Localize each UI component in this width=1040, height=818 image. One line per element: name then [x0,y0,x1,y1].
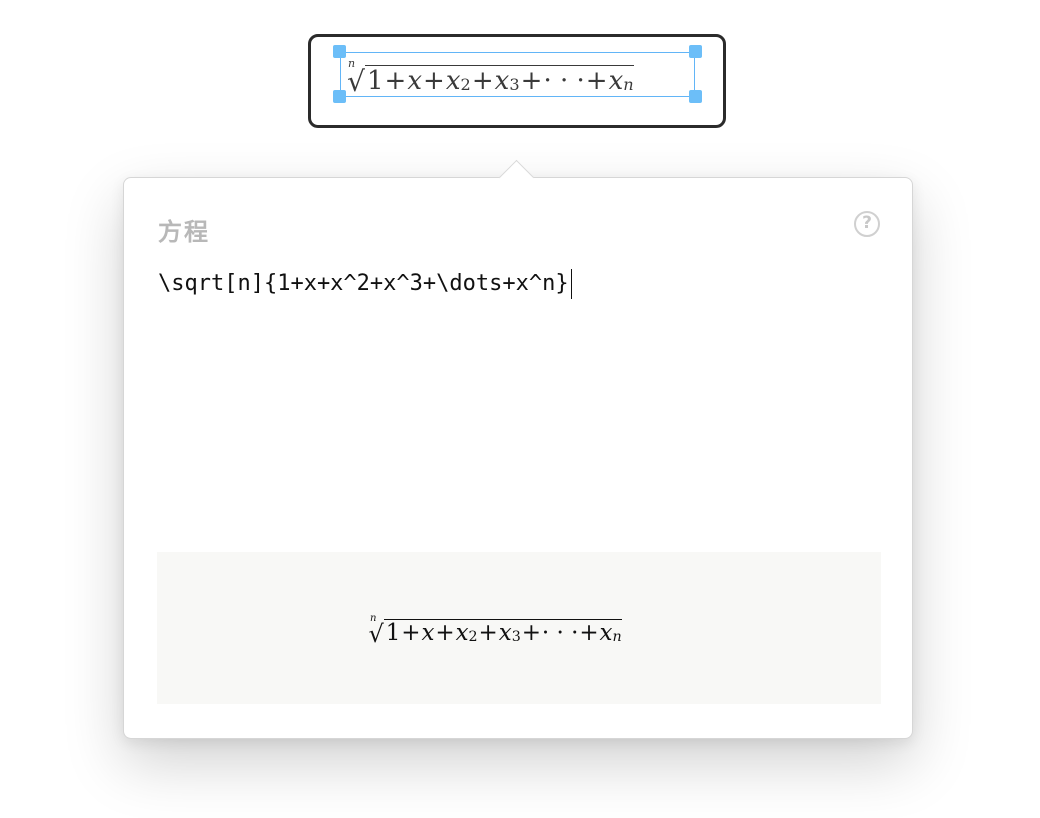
equation-exponent: 3 [511,628,521,645]
equation-term: x [455,620,469,646]
latex-source-input[interactable]: \sqrt[n]{1+x+x^2+x^3+\dots+x^n} [158,266,878,526]
equation-term: x [608,66,624,96]
equation-exponent: 2 [460,75,471,95]
equation-exponent: 3 [509,75,520,95]
equation-editor-popover: 方程 ? \sqrt[n]{1+x+x^2+x^3+\dots+x^n} [123,177,913,739]
equation-term: 1 [366,66,384,96]
preview-equation: n √ 1 + x + x 2 + x 3 + · · · + x n [366,606,622,648]
equation-term: + [520,66,543,96]
equation-exponent: 2 [468,628,478,645]
equation-term: x [498,620,512,646]
equation-term: + [423,66,445,96]
equation-term: x [407,66,423,96]
equation-term: + [435,620,455,646]
equation-term: + [401,620,421,646]
radicand: 1 + x + x 2 + x 3 + · · · + x n [364,65,634,96]
equation-term: 1 [385,620,401,646]
latex-source-text: \sqrt[n]{1+x+x^2+x^3+\dots+x^n} [158,271,569,296]
equation-term: + [478,620,498,646]
equation-term: + [579,620,599,646]
resize-handle-top-right[interactable] [689,45,702,58]
equation-term: + [585,66,608,96]
equation-term: + [471,66,494,96]
panel-title: 方程 [158,218,210,246]
equation-term: + [521,620,541,646]
equation-term: x [421,620,435,646]
rendered-equation[interactable]: n √ 1 + x + x 2 + x 3 + · · · + x n [344,52,634,98]
radicand: 1 + x + x 2 + x 3 + · · · + x n [383,619,622,646]
equation-term: · · · [543,66,585,96]
equation-term: + [384,66,407,96]
equation-term: x [494,66,510,96]
equation-exponent: n [612,628,622,645]
text-caret [570,269,573,299]
question-circle-icon[interactable]: ? [854,211,880,237]
equation-term: · · · [541,620,579,646]
equation-term: x [445,66,461,96]
equation-exponent: n [623,75,634,95]
resize-handle-bottom-right[interactable] [689,90,702,103]
equation-term: x [599,620,613,646]
radical-sign: √ [368,620,384,648]
radical-sign: √ [347,65,365,98]
